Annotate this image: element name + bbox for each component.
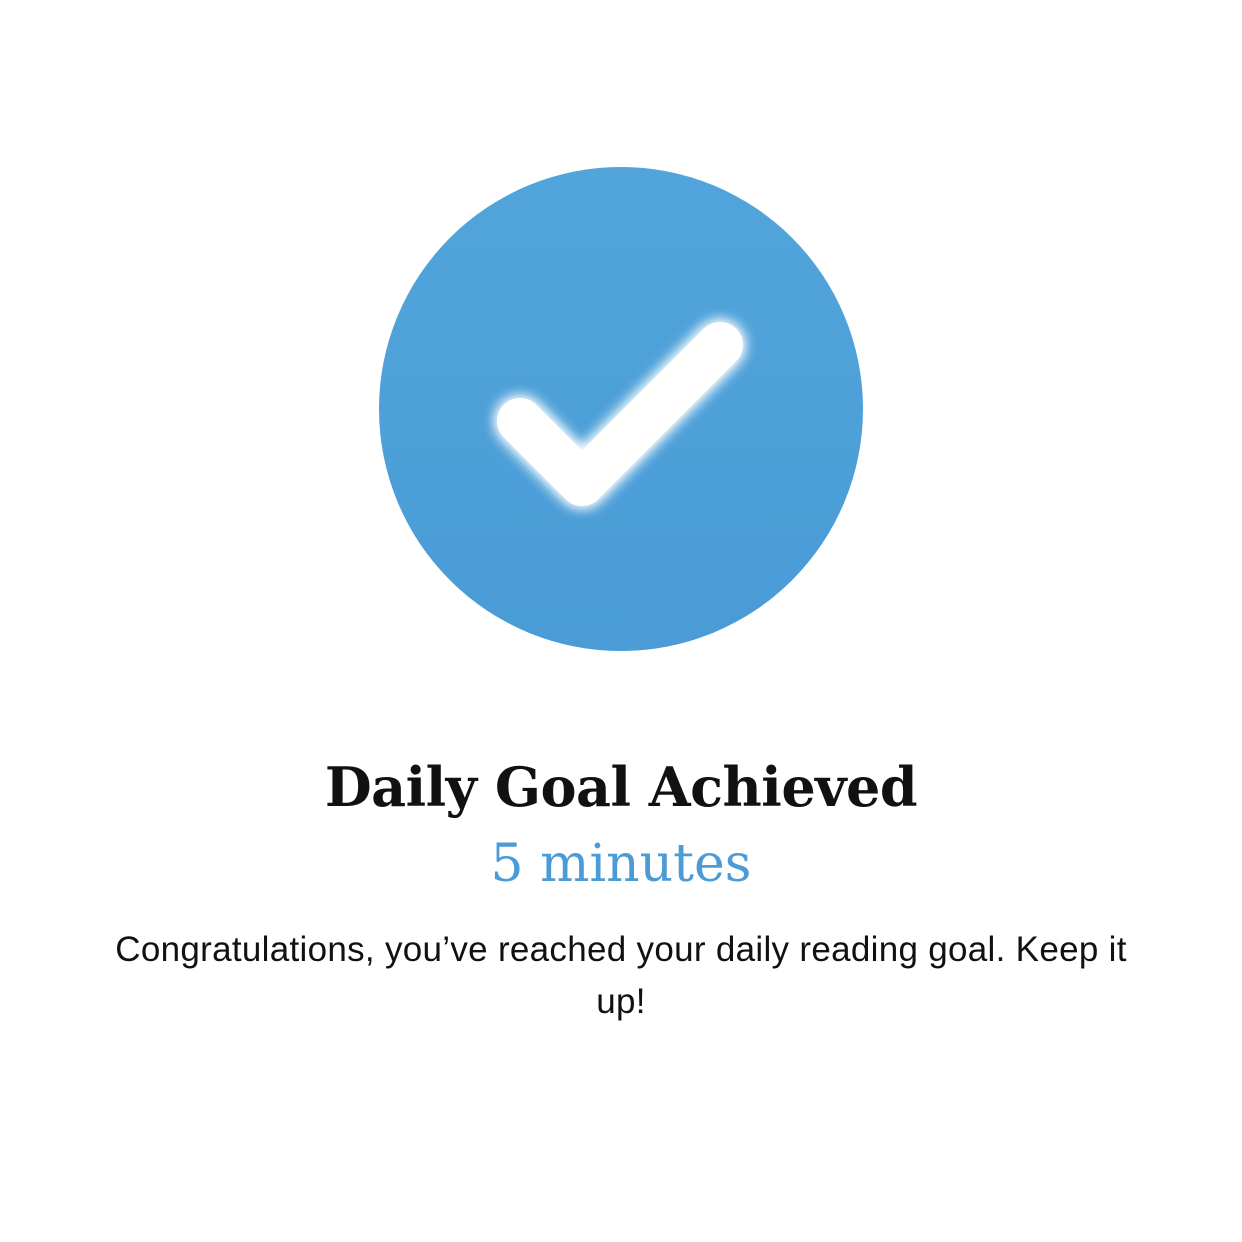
goal-duration: 5 minutes xyxy=(490,834,752,894)
goal-achieved-screen: Daily Goal Achieved 5 minutes Congratula… xyxy=(0,0,1242,1242)
page-title: Daily Goal Achieved xyxy=(324,755,918,819)
congratulations-message: Congratulations, you’ve reached your dai… xyxy=(115,930,1127,1021)
goal-complete-badge xyxy=(379,167,863,651)
checkmark-icon xyxy=(497,322,743,506)
